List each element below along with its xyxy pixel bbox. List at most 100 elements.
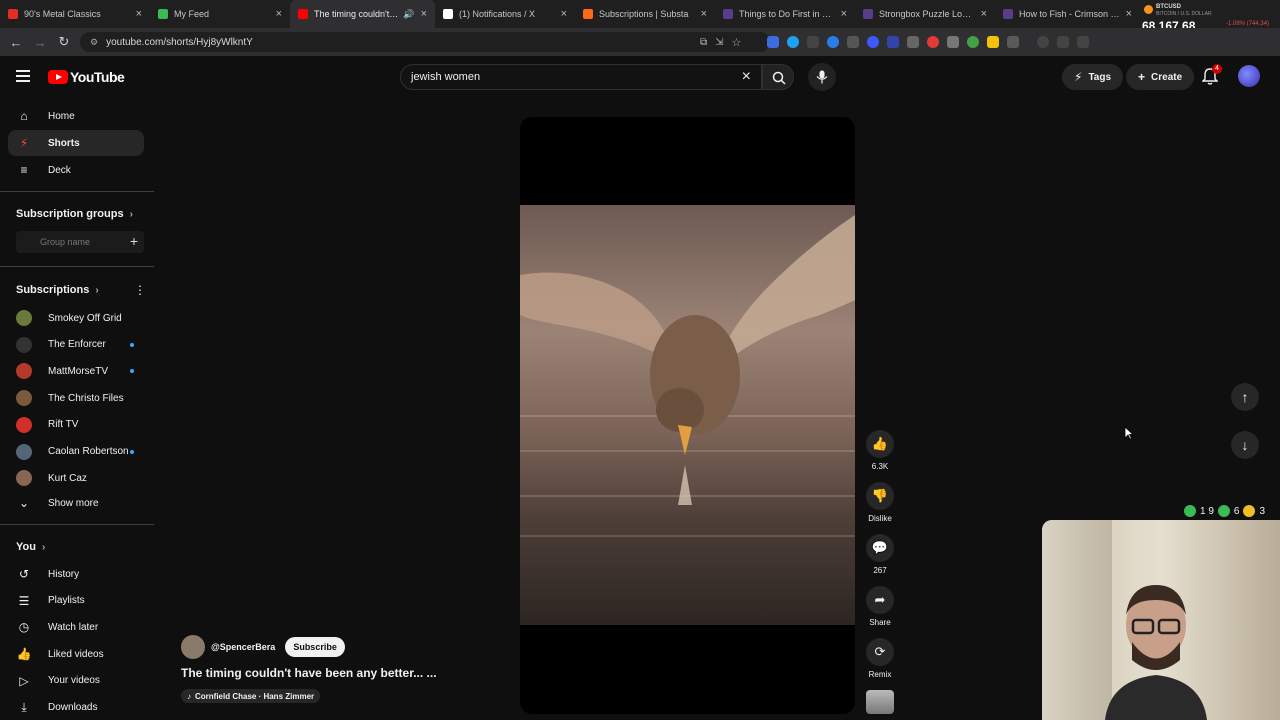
subscription-item[interactable]: The Enforcer — [8, 332, 144, 358]
close-tab-icon[interactable]: × — [561, 8, 567, 20]
comments-button[interactable]: 💬 267 — [866, 534, 894, 575]
address-bar[interactable]: ⚙ youtube.com/shorts/Hyj8yWlkntY — [80, 32, 770, 52]
account-avatar[interactable] — [1238, 65, 1260, 87]
browser-tab[interactable]: 90's Metal Classics × — [0, 0, 150, 28]
sidebar-item-playlists[interactable]: ☰ Playlists — [8, 588, 144, 614]
sidebar-item-history[interactable]: ↺ History — [8, 561, 144, 587]
channel-avatar[interactable] — [181, 635, 205, 659]
extension-icon[interactable] — [907, 36, 920, 48]
voice-search-button[interactable] — [808, 63, 836, 91]
subscription-item[interactable]: Smokey Off Grid — [8, 305, 144, 331]
extension-icon[interactable] — [787, 36, 800, 48]
add-group-icon[interactable]: + — [130, 233, 138, 249]
sound-thumbnail[interactable] — [866, 690, 894, 714]
subscription-groups-header[interactable]: Subscription groups › — [16, 208, 133, 220]
subscriptions-header[interactable]: Subscriptions › — [16, 284, 99, 296]
subscription-item[interactable]: MattMorseTV — [8, 358, 144, 384]
close-tab-icon[interactable]: × — [1126, 8, 1132, 20]
menu-icon[interactable] — [16, 70, 30, 82]
youtube-logo[interactable]: YouTube — [48, 69, 125, 85]
subscription-label: The Enforcer — [48, 339, 106, 351]
dislike-button[interactable]: 👎 Dislike — [866, 482, 894, 523]
more-options-icon[interactable]: ⋮ — [134, 283, 146, 297]
subscription-item[interactable]: The Christo Files — [8, 385, 144, 411]
extension-icon[interactable] — [807, 36, 820, 48]
create-button[interactable]: + Create — [1126, 64, 1195, 90]
close-tab-icon[interactable]: × — [701, 8, 707, 20]
back-icon[interactable]: ← — [4, 35, 28, 50]
extension-icon[interactable] — [927, 36, 940, 48]
close-tab-icon[interactable]: × — [841, 8, 847, 20]
share-button[interactable]: ➦ Share — [866, 586, 894, 627]
channel-avatar — [16, 390, 32, 407]
subscription-item[interactable]: Caolan Robertson — [8, 439, 144, 465]
tab-audio-icon[interactable]: 🔊 — [403, 9, 414, 20]
sidebar-item-shorts[interactable]: ⚡ Shorts — [8, 130, 144, 156]
counter-icon — [1243, 505, 1256, 517]
menu-icon[interactable] — [1077, 36, 1090, 48]
browser-tab[interactable]: (1) Notifications / X × — [435, 0, 575, 28]
btc-ticker-widget[interactable]: BTCUSD BITCOIN / U.S. DOLLAR 68,167.68 -… — [1140, 0, 1280, 33]
create-label: Create — [1151, 71, 1183, 83]
extension-icon[interactable] — [987, 36, 1000, 48]
site-info-icon[interactable]: ⚙ — [90, 37, 98, 48]
extension-icon[interactable] — [827, 36, 840, 48]
sidebar-item-downloads[interactable]: ⤓ Downloads — [8, 695, 144, 720]
subscription-item[interactable]: Kurt Caz — [8, 465, 144, 491]
tab-title: Strongbox Puzzle Location — [879, 9, 975, 19]
search-button[interactable] — [762, 64, 794, 90]
extension-icon[interactable] — [967, 36, 980, 48]
browser-tab[interactable]: Subscriptions | Substa × — [575, 0, 715, 28]
extension-icon[interactable] — [767, 36, 780, 48]
close-tab-icon[interactable]: × — [276, 8, 282, 20]
forward-icon[interactable]: → — [28, 35, 52, 50]
music-chip[interactable]: ♪ Cornfield Chase · Hans Zimmer — [181, 689, 321, 703]
browser-tab[interactable]: Strongbox Puzzle Location × — [855, 0, 995, 28]
extensions-puzzle-icon[interactable] — [1007, 36, 1020, 48]
group-name-input[interactable]: Group name + — [16, 231, 144, 253]
sidebar-item-watch-later[interactable]: ◷ Watch later — [8, 614, 144, 640]
extension-icon[interactable] — [867, 36, 880, 48]
next-short-button[interactable]: ↓ — [1231, 431, 1259, 459]
extension-icon[interactable] — [947, 36, 960, 48]
history-icon[interactable] — [1037, 36, 1050, 48]
youtube-header: YouTube jewish women × ⚡ Tags + Create 4 — [0, 56, 1280, 98]
previous-short-button[interactable]: ↑ — [1231, 383, 1259, 411]
browser-tab[interactable]: The timing couldn't ha 🔊 × — [290, 0, 435, 28]
close-tab-icon[interactable]: × — [981, 8, 987, 20]
chevron-right-icon: › — [95, 284, 99, 296]
extension-icon[interactable] — [847, 36, 860, 48]
browser-tab[interactable]: How to Fish - Crimson De × — [995, 0, 1140, 28]
ticker-symbol: BTCUSD — [1156, 4, 1181, 10]
cast-icon[interactable]: ⧉ — [700, 37, 707, 48]
bookmark-star-icon[interactable]: ☆ — [732, 36, 742, 49]
counter-value: 3 — [1259, 505, 1266, 517]
search-input[interactable]: jewish women × — [400, 64, 762, 90]
extension-icon[interactable] — [887, 36, 900, 48]
short-title[interactable]: The timing couldn't have been any better… — [181, 666, 437, 680]
sidebar-item-home[interactable]: ⌂ Home — [8, 103, 144, 129]
subscribe-button[interactable]: Subscribe — [285, 637, 345, 657]
you-header[interactable]: You › — [16, 541, 45, 553]
tags-button[interactable]: ⚡ Tags — [1062, 64, 1124, 90]
clear-search-icon[interactable]: × — [742, 68, 751, 86]
sidebar-item-deck[interactable]: ≡ Deck — [8, 157, 144, 183]
remix-button[interactable]: ⟳ Remix — [866, 638, 894, 679]
sidebar-item-liked-videos[interactable]: 👍 Liked videos — [8, 641, 144, 667]
install-icon[interactable]: ⇲ — [715, 37, 723, 48]
show-more-button[interactable]: ⌄ Show more — [8, 490, 144, 516]
browser-tab[interactable]: Things to Do First in Crim × — [715, 0, 855, 28]
share-icon: ➦ — [866, 586, 894, 614]
reload-icon[interactable]: ↻ — [52, 34, 76, 50]
close-tab-icon[interactable]: × — [136, 8, 142, 20]
devtools-icon[interactable] — [1057, 36, 1070, 48]
notifications-button[interactable]: 4 — [1201, 64, 1222, 88]
close-tab-icon[interactable]: × — [421, 8, 427, 20]
like-button[interactable]: 👍 6.3K — [866, 430, 894, 471]
browser-tab[interactable]: My Feed × — [150, 0, 290, 28]
subscription-item[interactable]: Rift TV — [8, 412, 144, 438]
shorts-video-player[interactable] — [520, 117, 855, 714]
music-label: Cornfield Chase · Hans Zimmer — [195, 691, 315, 701]
sidebar-item-your-videos[interactable]: ▷ Your videos — [8, 668, 144, 694]
channel-name[interactable]: @SpencerBera — [211, 642, 275, 652]
